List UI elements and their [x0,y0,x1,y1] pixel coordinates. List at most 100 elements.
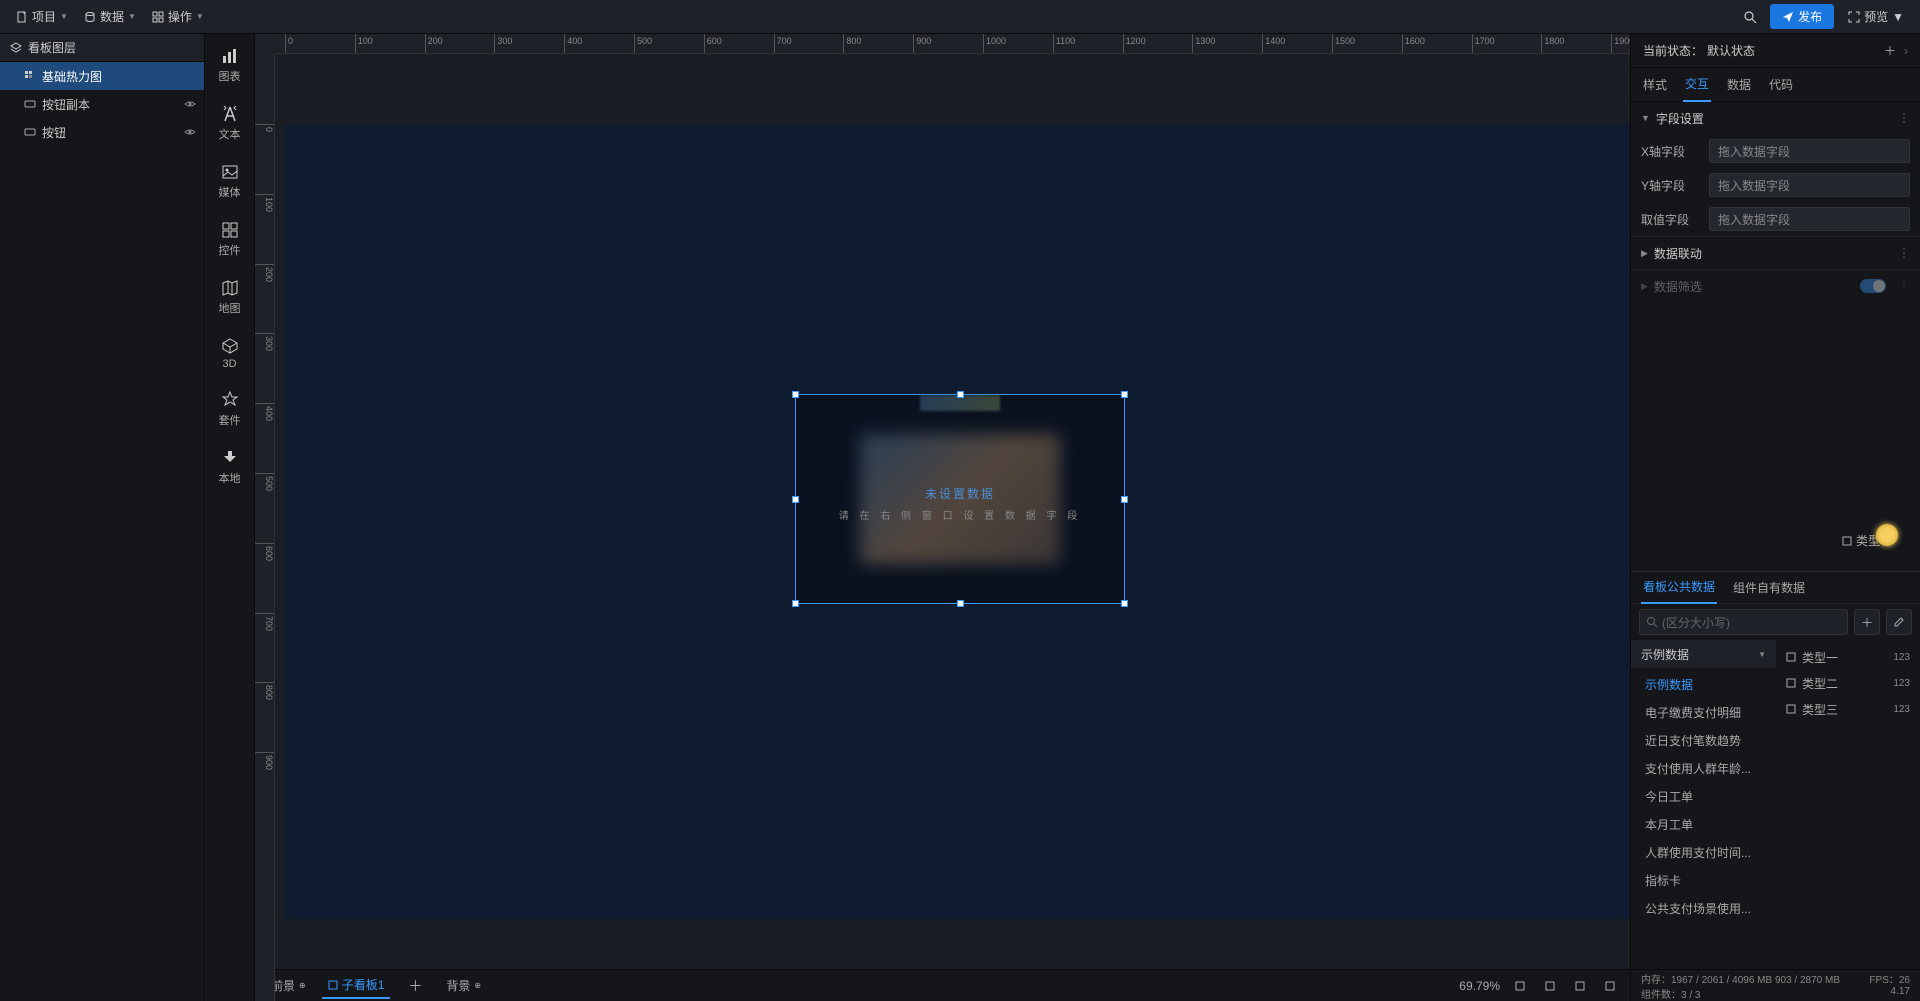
visibility-icon[interactable] [184,98,196,110]
resize-handle-s[interactable] [957,600,964,607]
component-tab-chart[interactable]: 图表 [219,42,241,88]
state-value[interactable]: 默认状态 [1707,42,1755,59]
layer-item[interactable]: 按钮副本 [0,90,204,118]
datasource-item[interactable]: 公共支付场景使用... [1631,894,1776,922]
ruler-tick: 1100 [1053,34,1075,53]
selected-widget-heatmap[interactable]: 未设置数据 请 在 右 侧 窗 口 设 置 数 据 字 段 [795,394,1125,604]
layers-icon[interactable] [1570,980,1590,992]
more-icon[interactable]: ⋮ [1898,111,1910,125]
section-filter-header[interactable]: ▶ 数据筛选 ⋮ [1631,270,1920,302]
canvas-viewport[interactable]: 未设置数据 请 在 右 侧 窗 口 设 置 数 据 字 段 [275,54,1630,969]
resize-handle-n[interactable] [957,391,964,398]
right-tab[interactable]: 交互 [1683,67,1711,102]
ruler-tick: 300 [255,333,274,351]
fit-icon[interactable] [1540,980,1560,992]
add-board-button[interactable]: ＋ [400,976,430,996]
state-next-button[interactable]: › [1904,44,1908,58]
fingerprint-icon[interactable] [1876,524,1898,546]
add-datasource-button[interactable]: ＋ [1854,609,1880,635]
component-tab-map[interactable]: 地图 [219,274,241,320]
section-fields-header[interactable]: ▼ 字段设置 ⋮ [1631,102,1920,134]
menu-data[interactable]: 数据 ▼ [76,4,144,29]
database-icon [84,11,96,23]
edit-datasource-button[interactable] [1886,609,1912,635]
search-button[interactable] [1736,3,1764,31]
plus-icon[interactable]: ⊕ [299,981,306,990]
resize-handle-e[interactable] [1121,496,1128,503]
square-icon [1786,704,1796,714]
data-field-item[interactable]: 类型二123 [1776,670,1920,696]
section-link-header[interactable]: ▶ 数据联动 ⋮ [1631,237,1920,269]
layer-label: 基础热力图 [42,68,102,85]
preview-label: 预览 [1864,8,1888,25]
layer-list: 基础热力图按钮副本按钮 [0,62,204,1001]
datasource-group-header[interactable]: 示例数据 ▼ [1631,640,1776,668]
resize-handle-sw[interactable] [792,600,799,607]
ruler-tick: 700 [774,34,792,53]
expand-icon [1848,11,1860,23]
ruler-tick: 1300 [1192,34,1215,53]
component-tab-cube[interactable]: 3D [220,332,240,374]
square-icon [1786,678,1796,688]
data-panel-tab[interactable]: 看板公共数据 [1641,571,1717,604]
component-label: 3D [222,358,236,370]
kit-icon [220,390,240,410]
filter-toggle[interactable] [1860,279,1886,293]
status-components: 组件数：3 / 3 [1641,986,1700,1001]
right-tab[interactable]: 样式 [1641,68,1669,101]
bottom-tab[interactable]: 子看板1 [322,972,391,999]
datasource-item[interactable]: 电子缴费支付明细 [1631,698,1776,726]
type-float-label: 类型 [1842,532,1880,549]
datasource-item[interactable]: 本月工单 [1631,810,1776,838]
data-field-item[interactable]: 类型三123 [1776,696,1920,722]
datasource-item[interactable]: 支付使用人群年龄... [1631,754,1776,782]
more-icon[interactable]: ⋮ [1898,246,1910,260]
resize-handle-w[interactable] [792,496,799,503]
visibility-icon[interactable] [184,126,196,138]
layer-item[interactable]: 按钮 [0,118,204,146]
datasource-item[interactable]: 今日工单 [1631,782,1776,810]
publish-button[interactable]: 发布 [1770,4,1834,29]
settings-icon[interactable] [1600,980,1620,992]
add-state-button[interactable]: ＋ [1880,42,1900,59]
chevron-down-icon: ▼ [1641,113,1650,123]
menu-ops[interactable]: 操作 ▼ [144,4,212,29]
local-icon [220,448,240,468]
field-dropzone[interactable]: 拖入数据字段 [1709,173,1910,197]
component-tab-control[interactable]: 控件 [219,216,241,262]
resize-handle-nw[interactable] [792,391,799,398]
bottom-tab[interactable]: 背景⊕ [440,973,487,998]
data-panel-tab[interactable]: 组件自有数据 [1731,572,1807,603]
field-type-icon: 123 [1893,652,1910,663]
ruler-tick: 600 [704,34,722,53]
data-search-input[interactable]: (区分大小写) [1639,609,1848,635]
square-icon [1842,536,1852,546]
datasource-item[interactable]: 指标卡 [1631,866,1776,894]
plus-icon[interactable]: ⊕ [474,981,481,990]
menu-data-label: 数据 [100,8,124,25]
component-tab-media[interactable]: 媒体 [219,158,241,204]
field-dropzone[interactable]: 拖入数据字段 [1709,207,1910,231]
chevron-right-icon: ▶ [1641,281,1648,292]
menu-project[interactable]: 项目 ▼ [8,4,76,29]
right-tab[interactable]: 代码 [1767,68,1795,101]
datasource-item[interactable]: 人群使用支付时间... [1631,838,1776,866]
component-label: 本地 [219,470,241,486]
more-icon[interactable]: ⋮ [1898,279,1910,293]
datasource-item[interactable]: 示例数据 [1631,670,1776,698]
component-tab-text[interactable]: 文本 [219,100,241,146]
resize-handle-ne[interactable] [1121,391,1128,398]
layer-item[interactable]: 基础热力图 [0,62,204,90]
data-field-item[interactable]: 类型一123 [1776,644,1920,670]
layer-label: 按钮 [42,124,66,141]
component-tab-local[interactable]: 本地 [219,444,241,490]
field-dropzone[interactable]: 拖入数据字段 [1709,139,1910,163]
chevron-down-icon[interactable] [1510,980,1530,992]
chevron-down-icon: ▼ [196,12,204,21]
resize-handle-se[interactable] [1121,600,1128,607]
right-tab[interactable]: 数据 [1725,68,1753,101]
preview-button[interactable]: 预览 ▼ [1840,4,1912,29]
zoom-level[interactable]: 69.79% [1459,979,1500,993]
datasource-item[interactable]: 近日支付笔数趋势 [1631,726,1776,754]
component-tab-kit[interactable]: 套件 [219,386,241,432]
